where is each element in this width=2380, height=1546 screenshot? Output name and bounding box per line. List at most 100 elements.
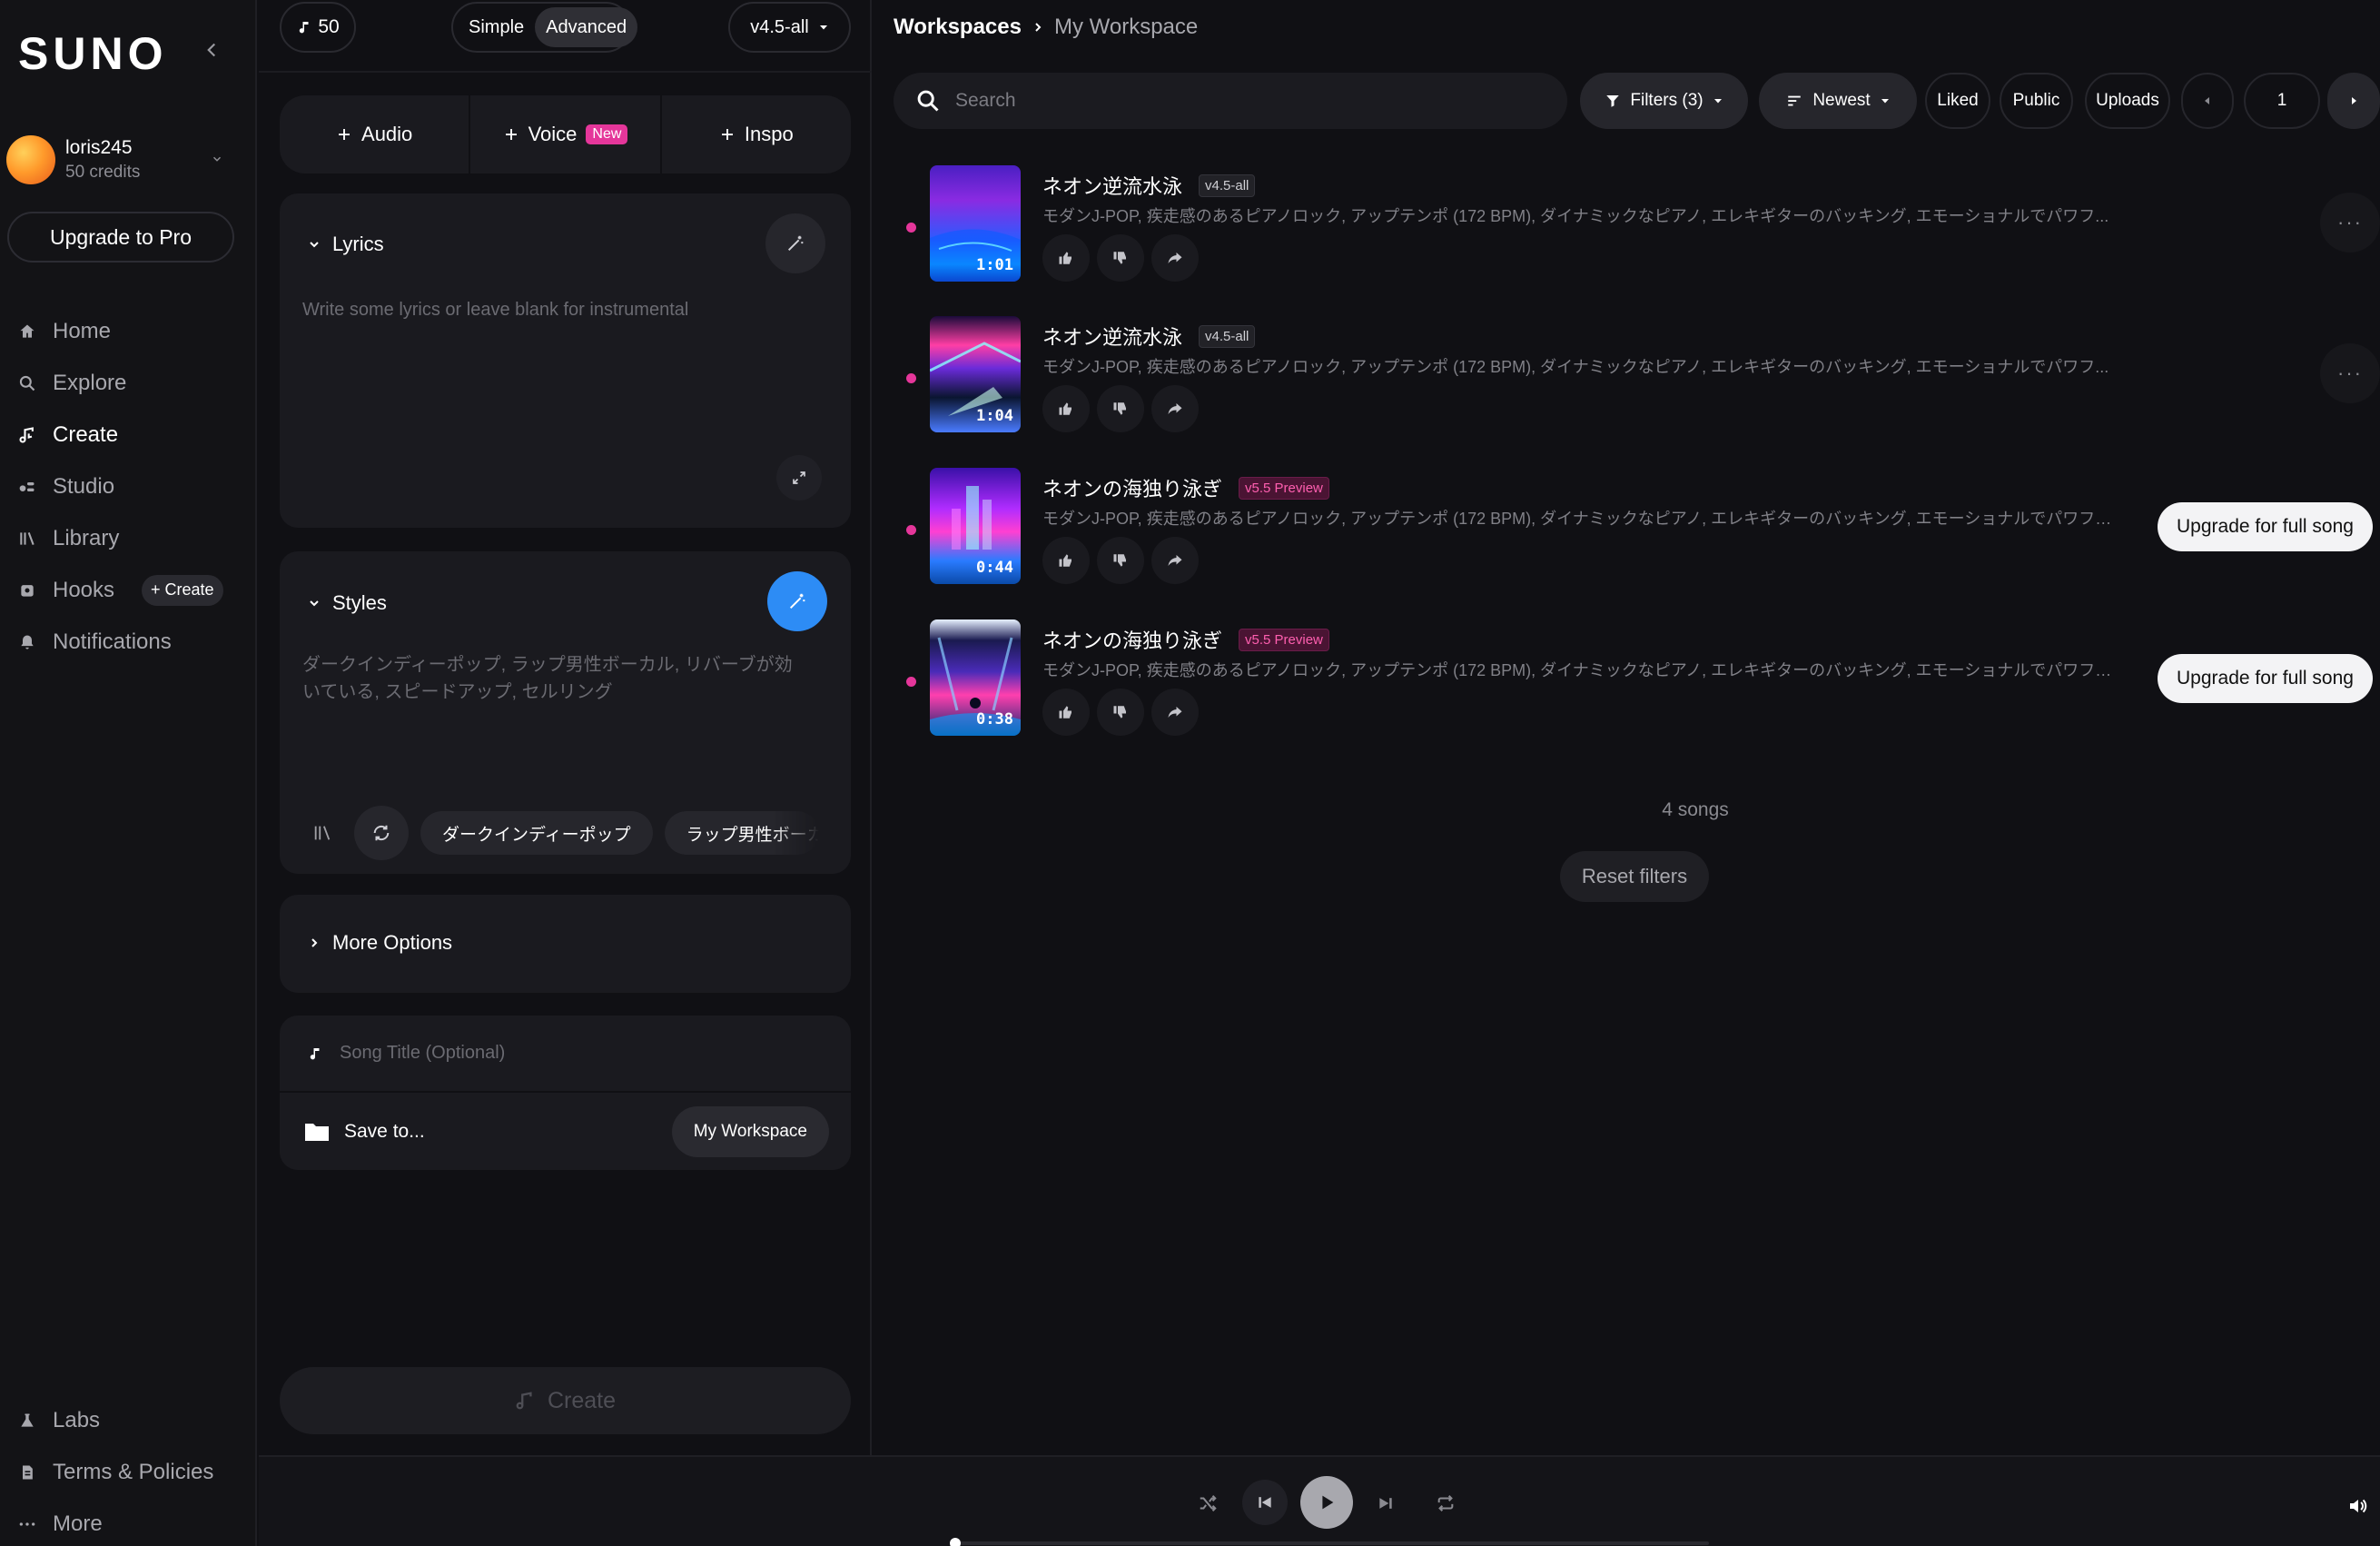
volume-icon[interactable] — [2347, 1495, 2369, 1517]
add-audio-button[interactable]: Audio — [280, 95, 469, 173]
workspace-select[interactable]: My Workspace — [671, 1106, 829, 1157]
share-icon[interactable] — [1151, 385, 1199, 432]
home-icon — [18, 322, 36, 341]
song-title-placeholder: Song Title (Optional) — [340, 1043, 506, 1063]
upgrade-to-pro-button[interactable]: Upgrade to Pro — [7, 212, 234, 263]
thumbs-up-icon[interactable] — [1042, 234, 1090, 282]
progress-knob[interactable] — [950, 1538, 961, 1546]
expand-icon[interactable] — [776, 455, 822, 500]
progress-bar[interactable] — [950, 1538, 1709, 1546]
song-row[interactable]: 1:01 ネオン逆流水泳 v4.5-all モダンJ-POP, 疾走感のあるピア… — [894, 165, 2380, 292]
songs-count: 4 songs — [1662, 799, 1729, 820]
song-title[interactable]: ネオンの海独り泳ぎ — [1042, 473, 1222, 502]
song-cover[interactable]: 1:04 — [930, 316, 1021, 432]
hooks-create-button[interactable]: + Create — [142, 574, 223, 606]
song-duration: 0:44 — [976, 559, 1013, 577]
nav-label: Home — [53, 318, 112, 343]
nav-create[interactable]: Create — [18, 409, 223, 461]
library-icon[interactable] — [302, 813, 342, 853]
sort-button[interactable]: Newest — [1759, 73, 1917, 129]
nav-hooks[interactable]: Hooks + Create — [18, 564, 223, 616]
thumbs-down-icon[interactable] — [1097, 385, 1144, 432]
create-button[interactable]: Create — [280, 1367, 851, 1434]
studio-icon — [18, 478, 36, 496]
add-inspo-button[interactable]: Inspo — [659, 95, 851, 173]
version-select[interactable]: v4.5-all — [728, 2, 851, 53]
more-options-icon[interactable]: ··· — [2320, 193, 2380, 253]
sort-icon — [1785, 93, 1803, 109]
thumbs-down-icon[interactable] — [1097, 537, 1144, 584]
previous-track-icon[interactable] — [1242, 1480, 1288, 1525]
nav-library[interactable]: Library — [18, 512, 223, 564]
share-icon[interactable] — [1151, 234, 1199, 282]
save-to-row: Save to... My Workspace — [280, 1093, 851, 1170]
unplayed-dot — [906, 677, 916, 687]
song-row[interactable]: 0:44 ネオンの海独り泳ぎ v5.5 Preview モダンJ-POP, 疾走… — [894, 468, 2380, 595]
search-input[interactable]: Search — [894, 73, 1567, 129]
suno-logo[interactable]: SUNO — [18, 27, 167, 80]
liked-filter[interactable]: Liked — [1925, 73, 1990, 129]
credits-pill[interactable]: 50 — [280, 2, 356, 53]
filters-button[interactable]: Filters (3) — [1580, 73, 1748, 129]
styles-input[interactable]: ダークインディーポップ, ラップ男性ボーカル, リバーブが効 いている, スピー… — [302, 651, 838, 706]
share-icon[interactable] — [1151, 537, 1199, 584]
lyrics-input[interactable]: Write some lyrics or leave blank for ins… — [302, 296, 688, 323]
mode-advanced[interactable]: Advanced — [535, 7, 638, 47]
page-number[interactable]: 1 — [2244, 73, 2320, 129]
song-row[interactable]: 1:04 ネオン逆流水泳 v4.5-all モダンJ-POP, 疾走感のあるピア… — [894, 316, 2380, 443]
nav-studio[interactable]: Studio — [18, 461, 223, 512]
song-cover[interactable]: 0:44 — [930, 468, 1021, 584]
upgrade-full-song-button[interactable]: Upgrade for full song — [2158, 502, 2373, 551]
next-track-icon[interactable] — [1372, 1477, 1399, 1530]
lyrics-toggle[interactable]: Lyrics — [307, 233, 384, 256]
public-filter[interactable]: Public — [2000, 73, 2073, 129]
thumbs-up-icon[interactable] — [1042, 537, 1090, 584]
nav-labs[interactable]: Labs — [18, 1394, 213, 1446]
nav-explore[interactable]: Explore — [18, 357, 223, 409]
shuffle-icon[interactable] — [1194, 1477, 1221, 1530]
nav-home[interactable]: Home — [18, 305, 223, 357]
music-note-icon — [18, 426, 36, 444]
nav-more[interactable]: More — [18, 1498, 213, 1546]
reset-filters-button[interactable]: Reset filters — [1560, 851, 1709, 902]
share-icon[interactable] — [1151, 689, 1199, 736]
breadcrumb-workspaces[interactable]: Workspaces — [894, 15, 1022, 40]
magic-wand-icon[interactable] — [767, 571, 827, 631]
add-voice-label: Voice — [528, 123, 578, 145]
play-icon[interactable] — [1300, 1476, 1353, 1529]
add-voice-button[interactable]: Voice New — [469, 95, 659, 173]
song-title[interactable]: ネオン逆流水泳 — [1042, 322, 1182, 351]
mode-toggle: Simple Advanced — [451, 2, 638, 53]
styles-toggle[interactable]: Styles — [307, 591, 387, 615]
more-options-toggle[interactable]: More Options — [307, 931, 452, 955]
thumbs-down-icon[interactable] — [1097, 234, 1144, 282]
more-options-icon[interactable]: ··· — [2320, 343, 2380, 403]
sidebar: SUNO loris245 50 credits Upgrade to Pro … — [0, 0, 257, 1546]
magic-wand-icon[interactable] — [765, 213, 825, 273]
style-tag[interactable]: ダークインディーポップ — [420, 811, 653, 855]
user-menu[interactable]: loris245 50 credits — [6, 134, 238, 185]
create-panel: 50 Simple Advanced v4.5-all Audio Voice … — [259, 0, 872, 1455]
thumbs-up-icon[interactable] — [1042, 689, 1090, 736]
sort-label: Newest — [1812, 91, 1871, 110]
song-cover[interactable]: 1:01 — [930, 165, 1021, 282]
thumbs-up-icon[interactable] — [1042, 385, 1090, 432]
next-page-icon[interactable] — [2327, 73, 2380, 129]
more-options-card[interactable]: More Options — [280, 895, 851, 993]
mode-simple[interactable]: Simple — [458, 7, 535, 47]
collapse-sidebar-icon[interactable] — [200, 38, 223, 62]
song-title[interactable]: ネオン逆流水泳 — [1042, 171, 1182, 200]
upgrade-full-song-button[interactable]: Upgrade for full song — [2158, 654, 2373, 703]
song-cover[interactable]: 0:38 — [930, 619, 1021, 736]
uploads-filter[interactable]: Uploads — [2085, 73, 2170, 129]
song-title[interactable]: ネオンの海独り泳ぎ — [1042, 625, 1222, 654]
repeat-icon[interactable] — [1432, 1477, 1459, 1530]
song-row[interactable]: 0:38 ネオンの海独り泳ぎ v5.5 Preview モダンJ-POP, 疾走… — [894, 619, 2380, 747]
refresh-icon[interactable] — [354, 806, 409, 860]
song-title-input[interactable]: Song Title (Optional) — [280, 1016, 851, 1093]
nav-notifications[interactable]: Notifications — [18, 616, 223, 668]
style-tag[interactable]: ラップ男性ボーカル — [664, 811, 819, 855]
nav-terms[interactable]: Terms & Policies — [18, 1446, 213, 1498]
prev-page-icon[interactable] — [2181, 73, 2234, 129]
thumbs-down-icon[interactable] — [1097, 689, 1144, 736]
